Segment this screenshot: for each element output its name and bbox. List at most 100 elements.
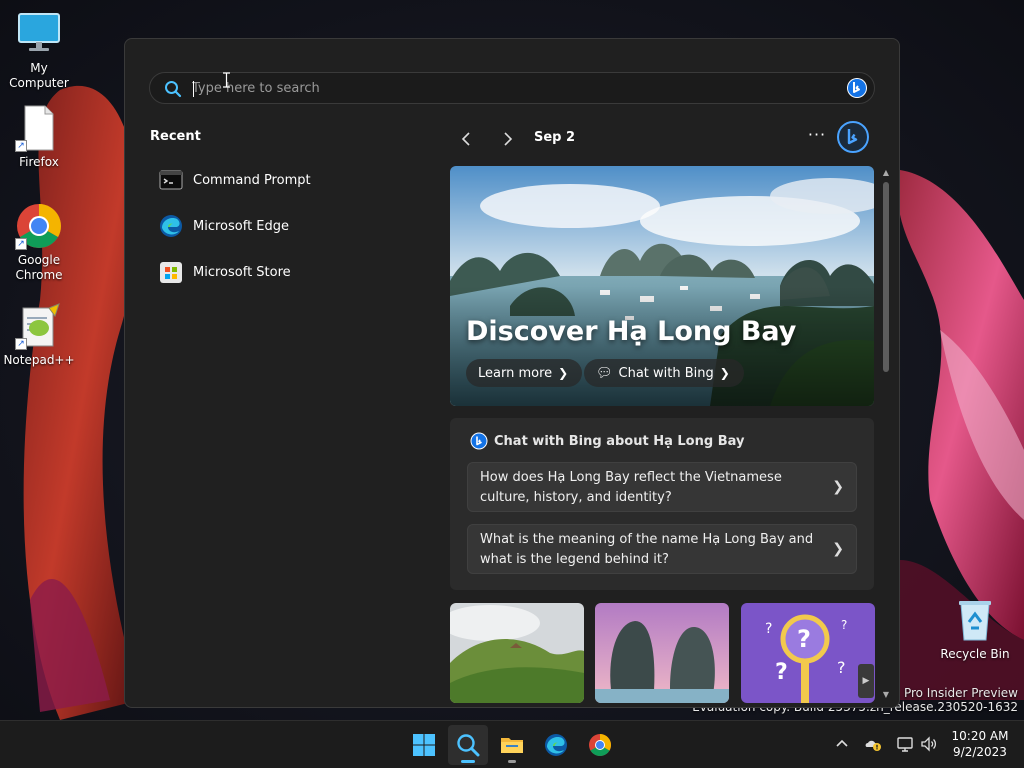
thumbnails-next-button[interactable]: ▶ [858,664,874,698]
scroll-down-arrow-icon[interactable]: ▼ [881,690,891,699]
edge-icon [545,734,567,756]
clock-time: 10:20 AM [951,729,1009,743]
running-indicator [508,760,516,763]
onedrive-warning-icon[interactable] [864,735,882,753]
learn-more-label: Learn more [478,366,553,381]
clock-date: 9/2/2023 [953,745,1007,759]
chrome-icon: ↗ [15,202,63,250]
question-text: What is the meaning of the name Hạ Long … [480,532,814,567]
highlights-nav: Sep 2 ··· [451,125,871,153]
svg-text:?: ? [797,625,811,653]
desktop-icon-notepadpp[interactable]: ↗ Notepad++ [0,302,79,368]
svg-text:?: ? [765,621,772,637]
thumbnail-card-hills[interactable] [450,603,584,703]
svg-text:?: ? [841,618,847,632]
thumbnail-card-rocks[interactable] [595,603,729,703]
thumbnail-card-quiz[interactable]: ? ? ? ? ? [741,603,875,703]
taskbar: 10:20 AM 9/2/2023 [0,720,1024,768]
bing-chat-icon [470,432,488,450]
scroll-up-arrow-icon[interactable]: ▲ [881,168,891,177]
recent-list: Command Prompt Microsoft Edge Microsoft … [149,157,409,295]
rock-islands-image [595,603,729,703]
shortcut-arrow-icon: ↗ [15,140,27,152]
desktop-icon-label: My Computer [9,61,69,90]
desktop-icon-google-chrome[interactable]: ↗ Google Chrome [0,202,79,283]
svg-text:?: ? [775,660,788,685]
recycle-bin-icon [951,596,999,644]
search-flyout: Recent Command Prompt Microsoft Edge [124,38,900,708]
hero-title: Discover Hạ Long Bay [466,316,797,347]
more-options-button[interactable]: ··· [803,125,831,149]
desktop-icon-firefox[interactable]: ↗ Firefox [0,104,79,170]
recent-item-label: Microsoft Edge [193,218,290,234]
recent-item-label: Microsoft Store [193,264,291,280]
chevron-right-icon: ❯ [832,541,844,557]
chevron-left-icon [461,132,470,146]
text-caret [193,81,194,97]
chevron-right-icon [504,132,513,146]
search-input[interactable] [192,78,792,98]
svg-text:?: ? [837,658,846,677]
chat-bubble-icon: 💬︎ [596,366,613,381]
chevron-right-icon: ❯ [832,479,844,495]
highlights-scroll-area[interactable]: Discover Hạ Long Bay Learn more ❯ 💬︎ Chat … [450,166,875,707]
chevron-right-icon: ❯ [719,366,730,380]
search-button[interactable] [448,725,488,765]
taskbar-clock[interactable]: 10:20 AM 9/2/2023 [947,728,1013,760]
start-button[interactable] [404,725,444,765]
scrollbar-thumb[interactable] [883,182,889,372]
desktop-icon-my-computer[interactable]: My Computer [0,10,79,91]
chat-card-title: Chat with Bing about Hạ Long Bay [494,433,745,449]
bing-logo-icon[interactable] [837,121,869,153]
learn-more-button[interactable]: Learn more ❯ [466,359,583,387]
blank-file-icon: ↗ [15,104,63,152]
hero-card[interactable]: Discover Hạ Long Bay Learn more ❯ 💬︎ Chat … [450,166,874,406]
desktop-icon-label: Firefox [19,155,59,169]
monitor-icon [15,10,63,58]
shortcut-arrow-icon: ↗ [15,238,27,250]
recent-item-command-prompt[interactable]: Command Prompt [149,157,409,203]
network-icon[interactable] [896,735,914,753]
chat-with-bing-label: Chat with Bing [618,366,714,381]
show-hidden-icons-chevron-icon[interactable] [833,735,851,753]
vertical-scrollbar[interactable]: ▲ ▼ [879,166,893,701]
recent-item-microsoft-edge[interactable]: Microsoft Edge [149,203,409,249]
recent-item-microsoft-store[interactable]: Microsoft Store [149,249,409,295]
desktop-icon-label: Notepad++ [3,353,75,367]
suggested-question-1[interactable]: How does Hạ Long Bay reflect the Vietnam… [467,462,857,512]
next-day-button[interactable] [495,127,519,151]
recent-item-label: Command Prompt [193,172,311,188]
chat-with-bing-card: Chat with Bing about Hạ Long Bay How doe… [450,418,874,590]
edge-button[interactable] [536,725,576,765]
suggested-question-2[interactable]: What is the meaning of the name Hạ Long … [467,524,857,574]
search-icon [457,734,480,757]
recent-heading: Recent [150,129,201,144]
question-text: How does Hạ Long Bay reflect the Vietnam… [480,470,782,505]
chat-with-bing-button[interactable]: 💬︎ Chat with Bing ❯ [584,359,744,387]
windows-logo-icon [413,734,435,756]
store-icon [160,262,182,283]
quiz-magnifier-image: ? ? ? ? ? [741,603,875,703]
command-prompt-icon [159,170,183,190]
chat-card-header: Chat with Bing about Hạ Long Bay [470,432,744,450]
desktop-icon-label: Google Chrome [15,253,63,282]
bing-chat-icon[interactable] [846,77,868,99]
edge-icon [160,215,182,237]
chrome-icon [589,734,611,756]
highlights-date: Sep 2 [534,130,576,145]
volume-icon[interactable] [920,735,938,753]
file-explorer-button[interactable] [492,725,532,765]
text-cursor-icon [223,72,230,88]
active-indicator [461,760,475,763]
search-box[interactable] [149,72,875,104]
desktop-icon-recycle-bin[interactable]: Recycle Bin [935,596,1015,662]
chevron-right-icon: ❯ [558,366,569,380]
previous-day-button[interactable] [455,127,479,151]
notepadpp-icon: ↗ [15,302,63,350]
folder-icon [501,738,523,753]
desktop-icon-label: Recycle Bin [940,647,1010,661]
hills-image [450,603,584,703]
shortcut-arrow-icon: ↗ [15,338,27,350]
search-icon [165,81,182,98]
chrome-button[interactable] [580,725,620,765]
